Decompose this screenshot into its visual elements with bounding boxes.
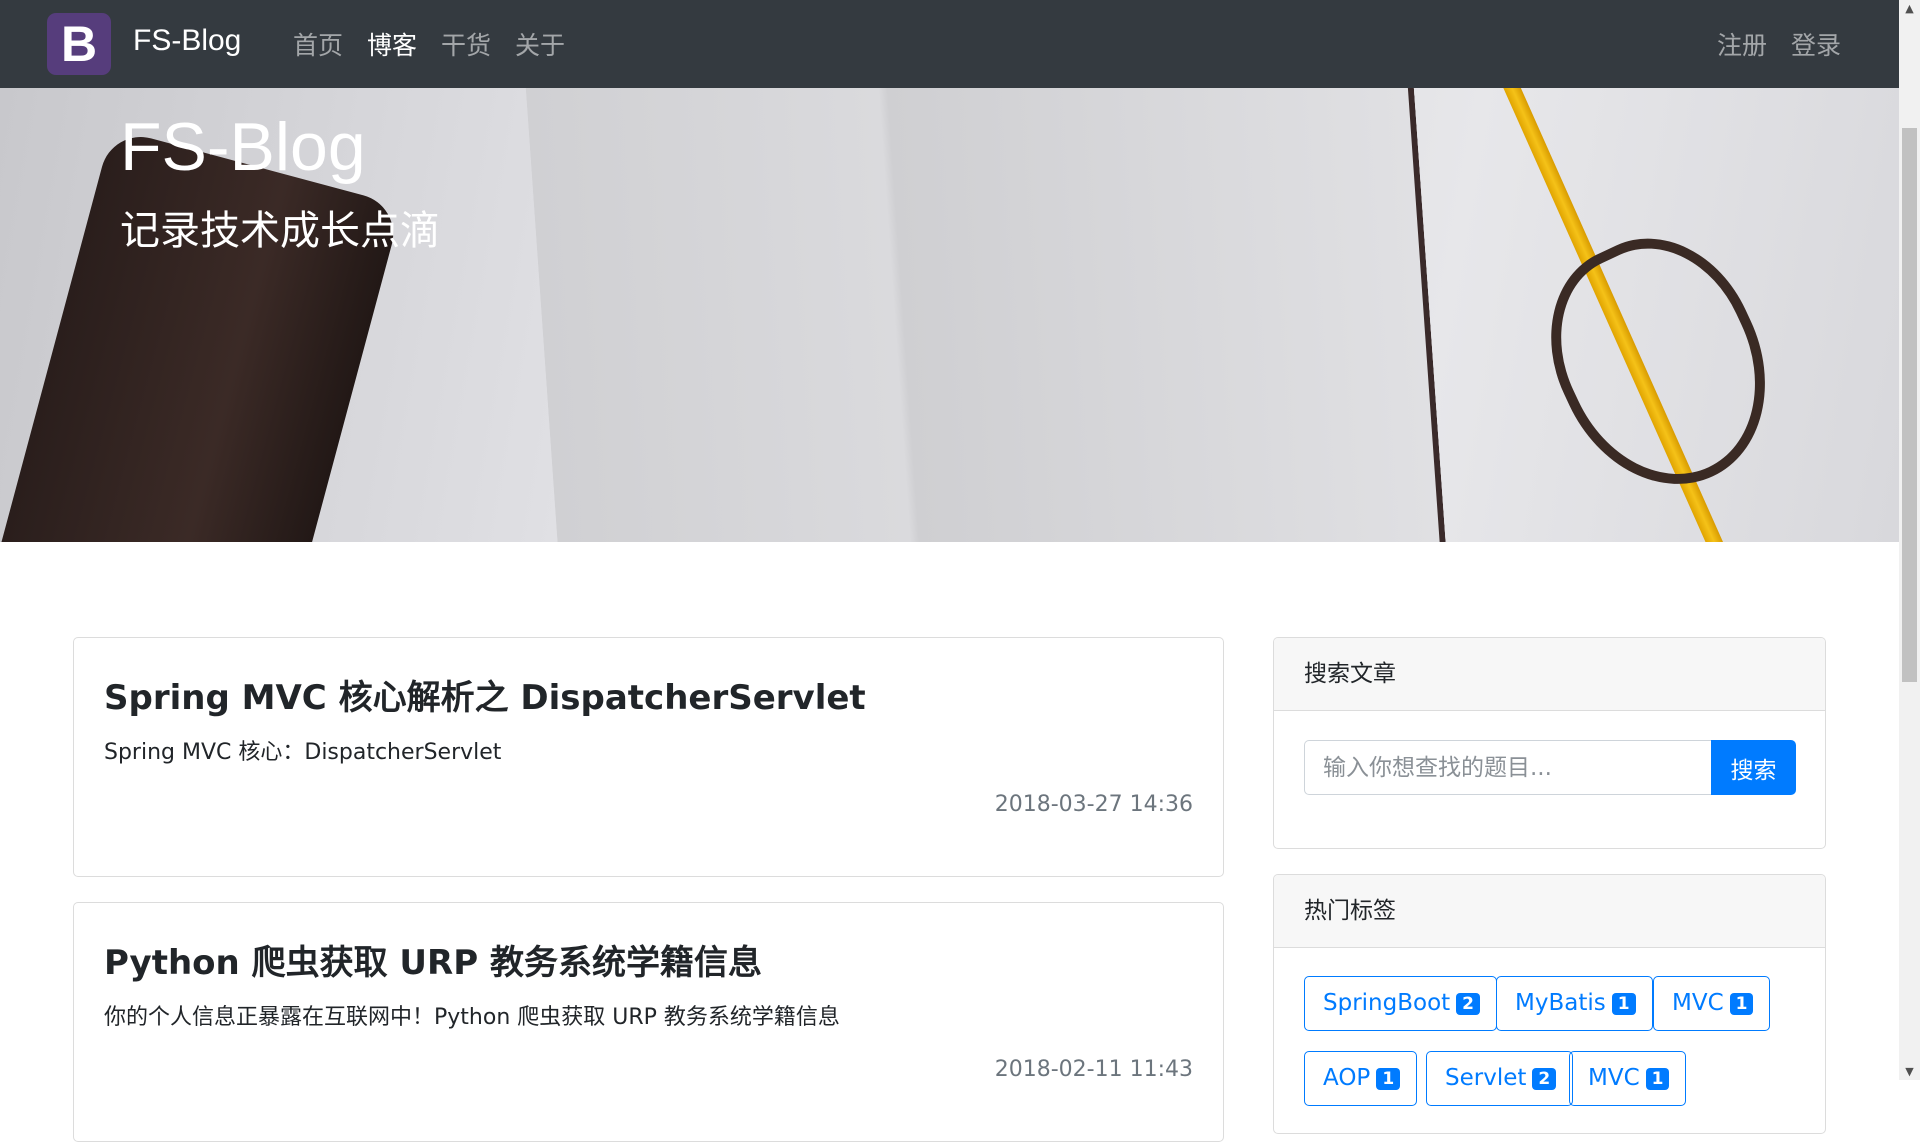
post-card[interactable]: Python 爬虫获取 URP 教务系统学籍信息 你的个人信息正暴露在互联网中！… [73,902,1224,1142]
tag-label: MVC [1588,1065,1640,1091]
nav-links: 首页 博客 干货 关于 [293,26,565,62]
hero-title: FS-Blog [120,109,366,185]
top-navbar: B FS-Blog 首页 博客 干货 关于 注册 登录 [0,0,1899,88]
tag-label: Servlet [1445,1065,1527,1091]
post-title[interactable]: Spring MVC 核心解析之 DispatcherServlet [104,670,866,719]
tag-mybatis[interactable]: MyBatis 1 [1496,976,1653,1031]
tag-count-badge: 1 [1611,992,1636,1015]
tag-count-badge: 2 [1456,992,1481,1015]
scroll-down-arrow-icon[interactable]: ▼ [1899,1063,1920,1080]
brand-name[interactable]: FS-Blog [133,24,241,58]
tag-count-badge: 1 [1376,1067,1401,1090]
tag-label: MVC [1672,990,1724,1016]
nav-link-about[interactable]: 关于 [515,26,565,62]
hero-notebook-image [525,88,1451,542]
scroll-up-arrow-icon[interactable]: ▲ [1899,0,1920,17]
tag-springboot[interactable]: SpringBoot 2 [1304,976,1498,1031]
search-card-header: 搜索文章 [1274,638,1825,711]
tag-mvc[interactable]: MVC 1 [1653,976,1771,1031]
nav-link-blog[interactable]: 博客 [367,26,417,62]
tag-count-badge: 1 [1645,1067,1670,1090]
post-summary: 你的个人信息正暴露在互联网中！Python 爬虫获取 URP 教务系统学籍信息 [104,1005,840,1030]
post-date: 2018-02-11 11:43 [994,1057,1193,1082]
tag-mvc-2[interactable]: MVC 1 [1569,1051,1687,1106]
tag-label: SpringBoot [1323,990,1451,1016]
post-card[interactable]: Spring MVC 核心解析之 DispatcherServlet Sprin… [73,637,1224,877]
scrollbar-thumb[interactable] [1902,128,1917,682]
login-link[interactable]: 登录 [1791,26,1841,62]
post-title[interactable]: Python 爬虫获取 URP 教务系统学籍信息 [104,935,762,984]
tags-card: 热门标签 SpringBoot 2 MyBatis 1 MVC 1 AOP 1 … [1273,874,1826,1134]
tag-count-badge: 1 [1729,992,1754,1015]
hero-phone-image [0,128,403,542]
auth-links: 注册 登录 [1717,26,1841,62]
hero-subtitle: 记录技术成长点滴 [120,208,440,254]
search-input[interactable] [1304,740,1711,795]
tag-servlet[interactable]: Servlet 2 [1426,1051,1574,1106]
search-button[interactable]: 搜索 [1711,740,1796,795]
nav-link-resources[interactable]: 干货 [441,26,491,62]
hero-banner: FS-Blog 记录技术成长点滴 [0,88,1899,542]
tag-label: MyBatis [1515,990,1606,1016]
search-card: 搜索文章 搜索 [1273,637,1826,849]
post-summary: Spring MVC 核心：DispatcherServlet [104,740,502,765]
bootstrap-logo-icon[interactable]: B [47,13,111,75]
tag-label: AOP [1323,1065,1371,1091]
post-date: 2018-03-27 14:36 [994,792,1193,817]
tags-card-header: 热门标签 [1274,875,1825,948]
nav-link-home[interactable]: 首页 [293,26,343,62]
tag-count-badge: 2 [1532,1067,1557,1090]
register-link[interactable]: 注册 [1717,26,1767,62]
vertical-scrollbar[interactable]: ▲ ▼ [1899,0,1920,1080]
hero-glasses-image [1516,207,1804,519]
tag-aop[interactable]: AOP 1 [1304,1051,1418,1106]
